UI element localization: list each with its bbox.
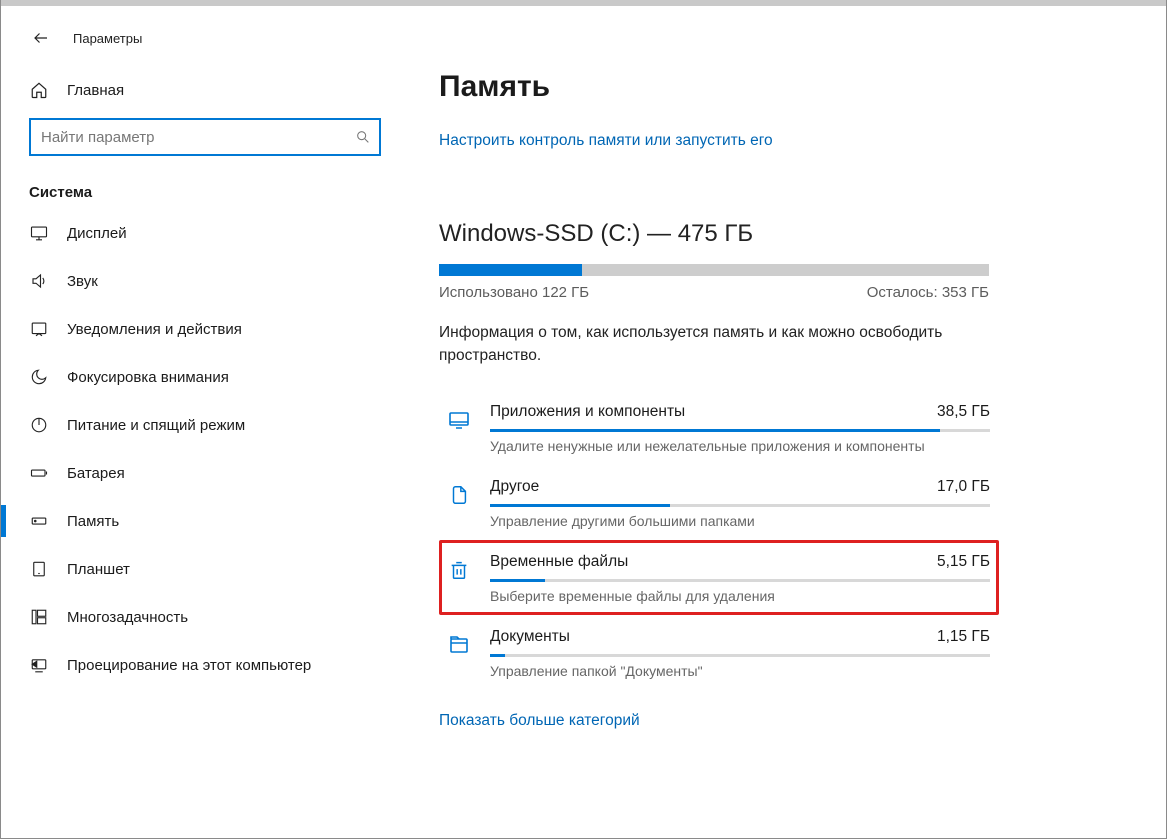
sidebar-item-focus[interactable]: Фокусировка внимания: [1, 353, 401, 401]
sidebar-item-display[interactable]: Дисплей: [1, 209, 401, 257]
sidebar-item-label: Питание и спящий режим: [67, 417, 245, 434]
drive-used-label: Использовано 122 ГБ: [439, 284, 589, 301]
category-value: 5,15 ГБ: [937, 553, 990, 571]
battery-icon: [29, 463, 49, 483]
sound-icon: [29, 271, 49, 291]
storage-icon: [29, 511, 49, 531]
sidebar-item-sound[interactable]: Звук: [1, 257, 401, 305]
notifications-icon: [29, 319, 49, 339]
category-value: 1,15 ГБ: [937, 628, 990, 646]
sidebar-item-storage[interactable]: Память: [1, 497, 401, 545]
category-label: Другое: [490, 478, 539, 496]
category-value: 17,0 ГБ: [937, 478, 990, 496]
category-item-folder[interactable]: Другое 17,0 ГБ Управление другими большими…: [439, 465, 999, 540]
sidebar-item-label: Память: [67, 513, 119, 530]
sidebar-item-label: Главная: [67, 82, 124, 99]
category-hint: Управление другими большими папками: [490, 513, 990, 529]
content-area: Память Настроить контроль памяти или зап…: [401, 6, 1166, 838]
sidebar-item-label: Дисплей: [67, 225, 127, 242]
sidebar-item-label: Звук: [67, 273, 98, 290]
category-hint: Управление папкой "Документы": [490, 663, 990, 679]
sidebar-item-label: Планшет: [67, 561, 130, 578]
focus-icon: [29, 367, 49, 387]
category-item-apps[interactable]: Приложения и компоненты 38,5 ГБ Удалите не…: [439, 390, 999, 465]
category-bar: [490, 429, 990, 432]
docs-icon: [446, 630, 472, 660]
sidebar-item-home[interactable]: Главная: [1, 66, 401, 114]
settings-window: Параметры Главная Система Дисплей Звук Уве…: [0, 0, 1167, 839]
search-input[interactable]: [41, 129, 355, 146]
sidebar-item-label: Фокусировка внимания: [67, 369, 229, 386]
sidebar-item-label: Проецирование на этот компьютер: [67, 657, 311, 674]
category-value: 38,5 ГБ: [937, 403, 990, 421]
category-bar: [490, 579, 990, 582]
trash-icon: [446, 555, 472, 585]
category-body: Временные файлы 5,15 ГБ Выберите временные…: [490, 553, 990, 604]
power-icon: [29, 415, 49, 435]
sidebar-item-label: Уведомления и действия: [67, 321, 242, 338]
multitask-icon: [29, 607, 49, 627]
search-wrap: [1, 114, 401, 170]
storage-description: Информация о том, как используется памят…: [439, 321, 999, 368]
category-label: Приложения и компоненты: [490, 403, 685, 421]
page-title: Память: [439, 70, 1126, 104]
header-row: Параметры: [1, 22, 401, 66]
category-label: Документы: [490, 628, 570, 646]
sidebar: Параметры Главная Система Дисплей Звук Уве…: [1, 6, 401, 838]
sidebar-item-multitask[interactable]: Многозадачность: [1, 593, 401, 641]
category-head: Документы 1,15 ГБ: [490, 628, 990, 646]
sidebar-item-battery[interactable]: Батарея: [1, 449, 401, 497]
category-hint: Выберите временные файлы для удаления: [490, 588, 990, 604]
search-icon: [355, 129, 371, 145]
drive-usage-bar: [439, 264, 989, 276]
category-head: Временные файлы 5,15 ГБ: [490, 553, 990, 571]
category-bar: [490, 504, 990, 507]
category-hint: Удалите ненужные или нежелательные прило…: [490, 438, 990, 454]
app-title: Параметры: [73, 31, 142, 46]
display-icon: [29, 223, 49, 243]
sidebar-item-label: Многозадачность: [67, 609, 188, 626]
category-bar-fill: [490, 654, 505, 657]
storage-sense-link[interactable]: Настроить контроль памяти или запустить …: [439, 132, 773, 150]
drive-title: Windows-SSD (C:) — 475 ГБ: [439, 220, 1126, 248]
sidebar-item-project[interactable]: Проецирование на этот компьютер: [1, 641, 401, 689]
sidebar-item-label: Батарея: [67, 465, 125, 482]
sidebar-group-title: Система: [1, 170, 401, 209]
category-item-docs[interactable]: Документы 1,15 ГБ Управление папкой "Докум…: [439, 615, 999, 690]
category-bar: [490, 654, 990, 657]
category-item-trash[interactable]: Временные файлы 5,15 ГБ Выберите временные…: [439, 540, 999, 615]
search-box[interactable]: [29, 118, 381, 156]
category-body: Документы 1,15 ГБ Управление папкой "Докум…: [490, 628, 990, 679]
category-head: Другое 17,0 ГБ: [490, 478, 990, 496]
category-head: Приложения и компоненты 38,5 ГБ: [490, 403, 990, 421]
sidebar-item-power[interactable]: Питание и спящий режим: [1, 401, 401, 449]
category-bar-fill: [490, 579, 545, 582]
drive-usage-row: Использовано 122 ГБ Осталось: 353 ГБ: [439, 284, 989, 301]
sidebar-item-notifications[interactable]: Уведомления и действия: [1, 305, 401, 353]
apps-icon: [446, 405, 472, 435]
category-bar-fill: [490, 429, 940, 432]
category-label: Временные файлы: [490, 553, 628, 571]
tablet-icon: [29, 559, 49, 579]
category-list: Приложения и компоненты 38,5 ГБ Удалите не…: [439, 390, 999, 690]
drive-remaining-label: Осталось: 353 ГБ: [867, 284, 989, 301]
project-icon: [29, 655, 49, 675]
home-icon: [29, 80, 49, 100]
folder-icon: [446, 480, 472, 510]
category-body: Приложения и компоненты 38,5 ГБ Удалите не…: [490, 403, 990, 454]
category-bar-fill: [490, 504, 670, 507]
show-more-categories-link[interactable]: Показать больше категорий: [439, 712, 640, 730]
drive-usage-fill: [439, 264, 582, 276]
back-button[interactable]: [31, 28, 51, 48]
sidebar-item-tablet[interactable]: Планшет: [1, 545, 401, 593]
category-body: Другое 17,0 ГБ Управление другими большими…: [490, 478, 990, 529]
